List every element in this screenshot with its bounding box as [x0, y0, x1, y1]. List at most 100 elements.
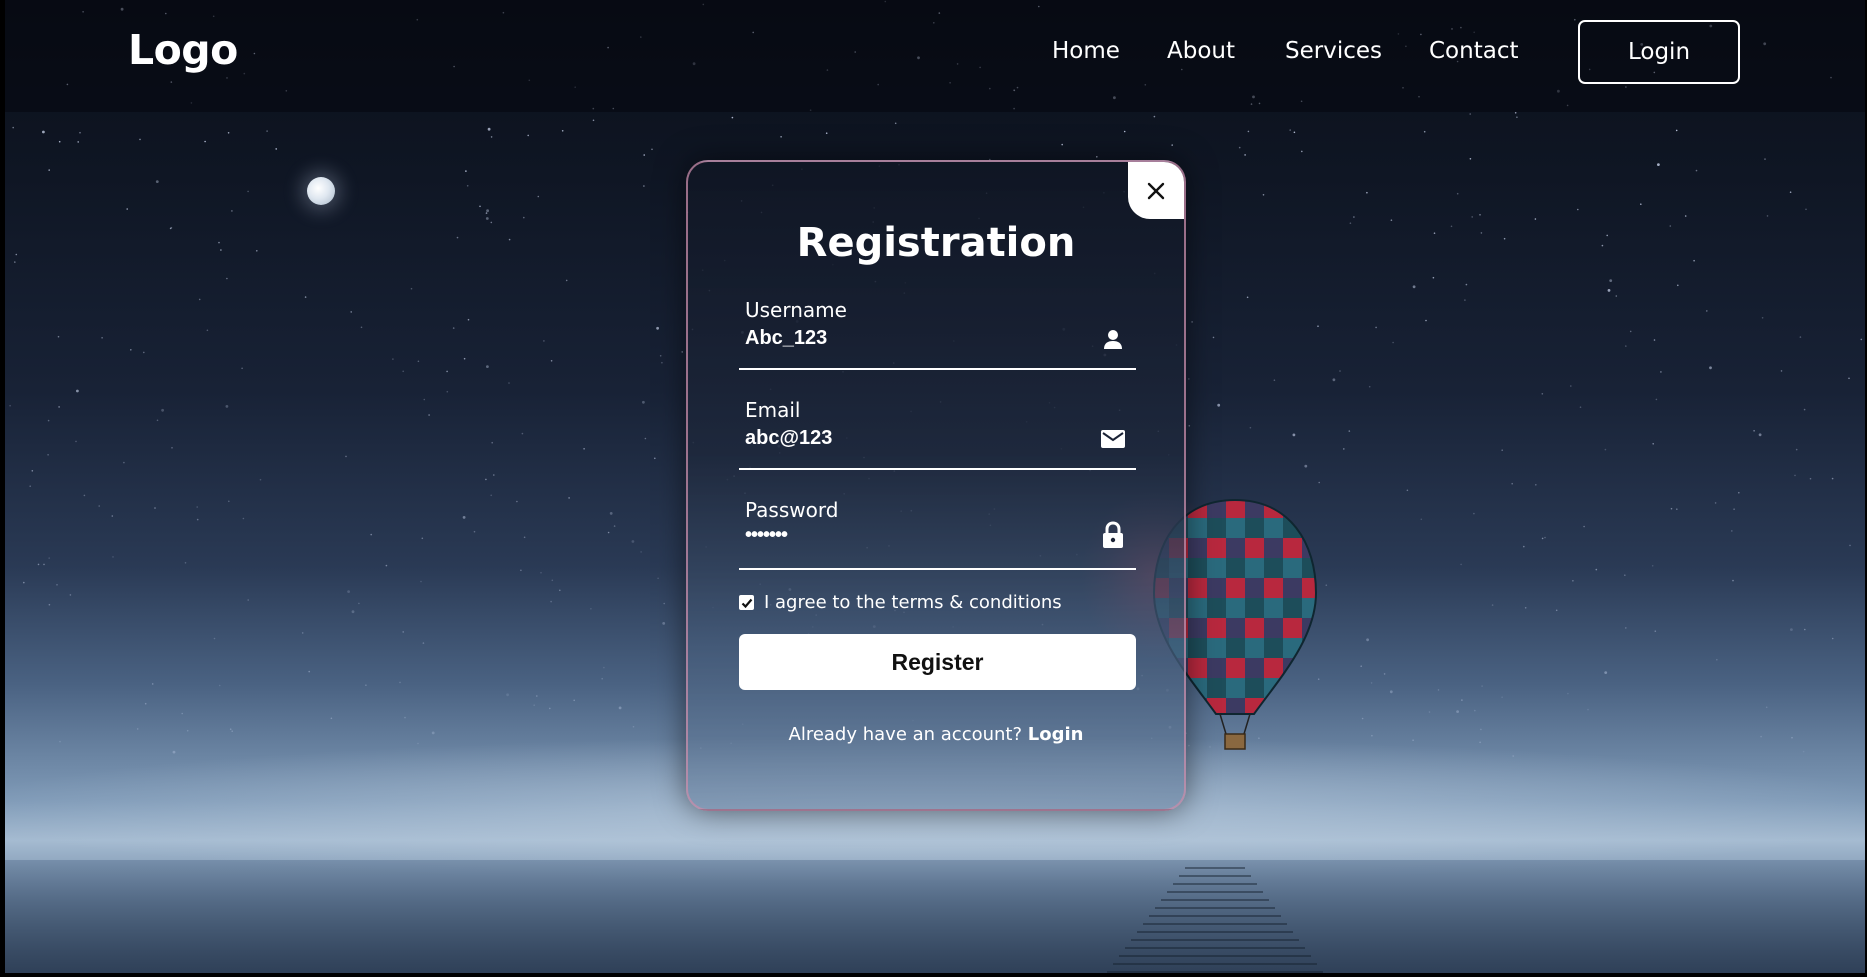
- balloon-panel: [1207, 558, 1226, 578]
- star: [1406, 489, 1409, 492]
- star: [56, 584, 58, 586]
- star: [218, 241, 220, 244]
- star: [1461, 699, 1463, 701]
- star: [607, 531, 610, 534]
- star: [1433, 232, 1436, 234]
- star: [1606, 234, 1608, 237]
- star: [642, 400, 645, 404]
- balloon-panel: [1264, 598, 1283, 618]
- star: [520, 569, 522, 572]
- star: [111, 515, 114, 517]
- star: [156, 419, 159, 422]
- star: [130, 349, 132, 351]
- nav-contact-link[interactable]: Contact: [1429, 38, 1518, 64]
- star: [1153, 115, 1156, 118]
- frame-left-edge: [0, 0, 5, 977]
- star: [643, 154, 645, 156]
- site-logo[interactable]: Logo: [128, 26, 238, 74]
- star: [1609, 279, 1613, 282]
- star: [1716, 658, 1718, 661]
- star: [1731, 530, 1733, 532]
- star: [1657, 163, 1660, 167]
- nav-home-link[interactable]: Home: [1052, 38, 1120, 64]
- star: [446, 390, 449, 393]
- nav-about-link[interactable]: About: [1167, 38, 1235, 64]
- star: [485, 478, 487, 481]
- star: [1544, 536, 1546, 539]
- star: [1361, 717, 1364, 720]
- star: [1371, 734, 1373, 737]
- password-input[interactable]: •••••••: [745, 524, 1075, 552]
- star: [551, 579, 554, 582]
- star: [1188, 378, 1190, 380]
- star: [242, 517, 245, 520]
- star: [1583, 525, 1585, 528]
- star: [1318, 481, 1320, 484]
- star: [1534, 218, 1537, 220]
- star: [1766, 215, 1769, 217]
- star: [493, 474, 495, 476]
- star: [75, 440, 77, 443]
- star: [350, 311, 353, 313]
- star: [663, 602, 665, 605]
- star: [213, 637, 216, 640]
- star: [1249, 426, 1252, 429]
- star: [1096, 156, 1098, 158]
- frame-bottom-edge: [0, 973, 1867, 977]
- star: [47, 419, 50, 422]
- star: [894, 122, 897, 125]
- balloon-panel: [1264, 698, 1283, 714]
- star: [550, 360, 553, 362]
- star: [486, 209, 489, 213]
- header-login-button[interactable]: Login: [1578, 20, 1740, 84]
- star: [241, 367, 243, 370]
- star: [402, 631, 405, 633]
- star: [1301, 150, 1303, 153]
- star: [1317, 325, 1319, 328]
- username-input[interactable]: [745, 324, 1075, 352]
- terms-agreement: I agree to the terms & conditions: [739, 592, 1062, 613]
- login-link[interactable]: Login: [1028, 724, 1084, 745]
- star: [1292, 433, 1296, 437]
- star: [1780, 370, 1783, 372]
- star: [1289, 129, 1291, 131]
- star: [643, 185, 645, 187]
- nav-services-link[interactable]: Services: [1285, 38, 1382, 64]
- star: [1733, 508, 1735, 511]
- star: [1360, 665, 1362, 667]
- star: [83, 494, 86, 497]
- register-button[interactable]: Register: [739, 634, 1136, 690]
- email-input[interactable]: [745, 424, 1075, 452]
- star: [29, 485, 32, 488]
- star: [631, 540, 635, 543]
- star: [1432, 276, 1435, 279]
- star: [1474, 709, 1476, 712]
- balloon-panel: [1302, 578, 1316, 598]
- balloon-panel: [1245, 678, 1264, 698]
- close-button[interactable]: [1128, 162, 1184, 219]
- terms-checkbox[interactable]: [739, 595, 754, 610]
- balloon-panel: [1245, 538, 1264, 558]
- star: [1732, 579, 1734, 582]
- balloon-panel: [1245, 578, 1264, 598]
- star: [662, 622, 666, 625]
- star: [31, 470, 34, 472]
- star: [543, 340, 545, 342]
- star: [358, 602, 360, 605]
- star: [549, 707, 551, 710]
- star: [301, 632, 304, 634]
- star: [506, 693, 509, 697]
- balloon-panel: [1226, 578, 1245, 598]
- star: [1753, 430, 1755, 432]
- balloon-panel: [1283, 678, 1302, 698]
- star: [227, 132, 230, 134]
- mail-icon: [1100, 426, 1126, 452]
- star: [1191, 321, 1193, 323]
- star: [58, 406, 60, 408]
- star: [139, 138, 141, 141]
- star: [462, 516, 466, 519]
- star: [370, 533, 373, 536]
- star: [1304, 464, 1308, 468]
- star: [609, 512, 613, 515]
- star: [12, 126, 14, 129]
